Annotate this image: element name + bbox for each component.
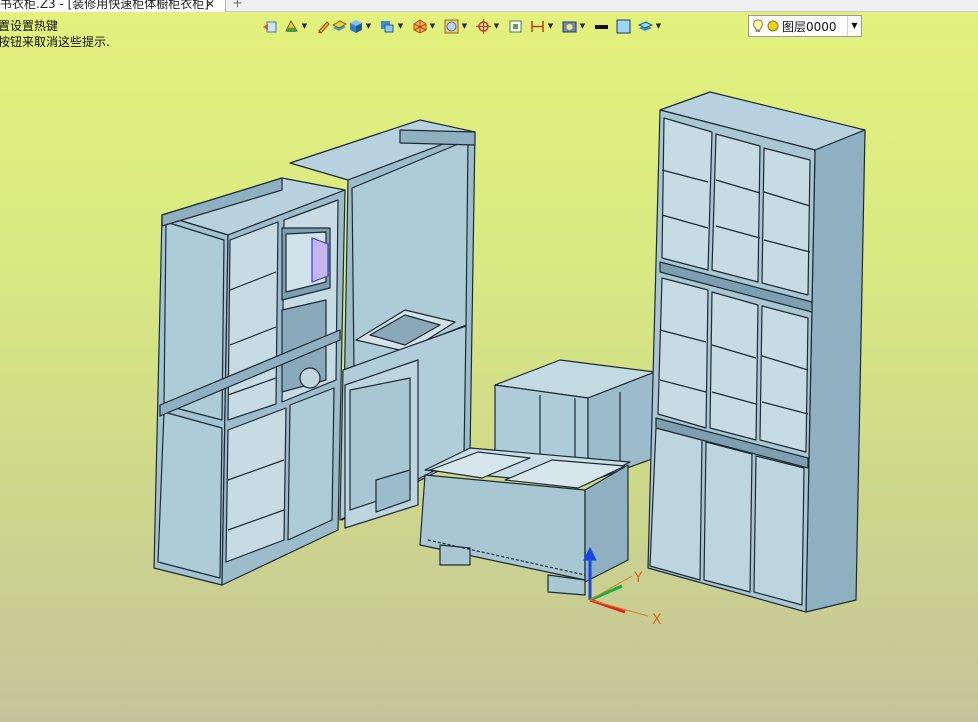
x-axis-label: X [652,612,662,628]
left-cabinet [153,177,346,586]
front-chest [419,447,631,596]
model-viewport[interactable] [0,0,978,722]
y-axis-label: Y [634,570,643,586]
right-bookshelf [647,91,866,613]
